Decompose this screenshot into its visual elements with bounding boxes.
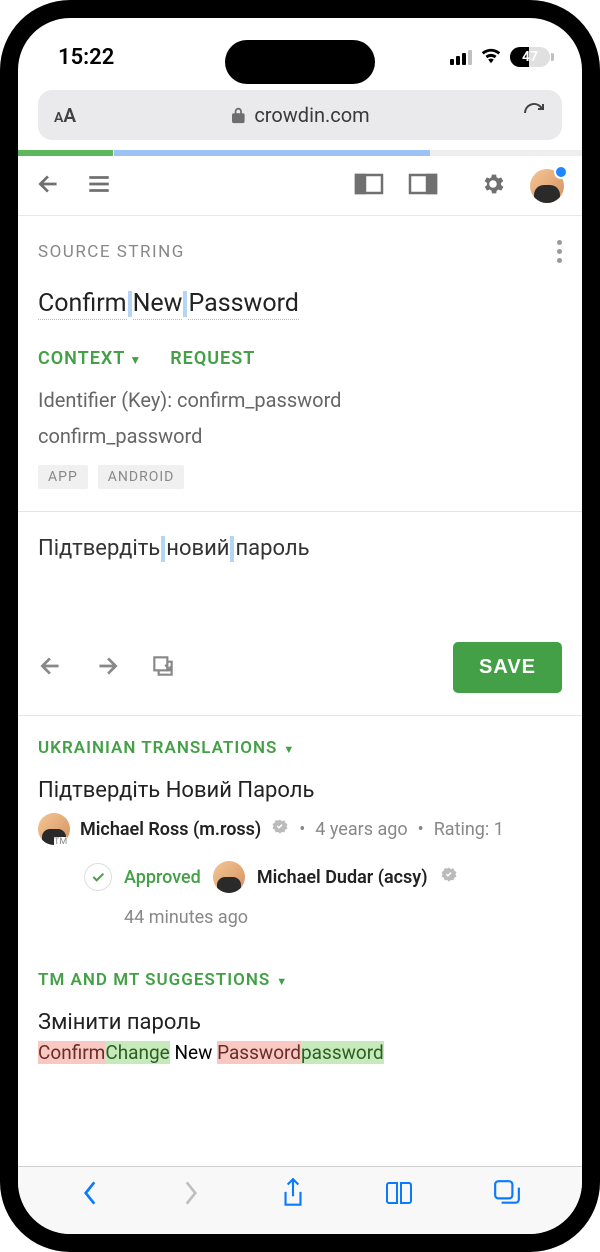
more-options-button[interactable] <box>557 240 562 263</box>
identifier-key: Identifier (Key): confirm_password <box>18 379 582 421</box>
request-button[interactable]: REQUEST <box>170 348 255 369</box>
back-button[interactable] <box>36 171 62 201</box>
text-size-button[interactable]: AA <box>54 104 76 127</box>
author-name[interactable]: Michael Ross (m.ross) <box>80 819 261 840</box>
panel-left-button[interactable] <box>354 172 384 200</box>
notification-dot <box>554 165 568 179</box>
source-string-text: ConfirmNewPassword <box>18 275 582 324</box>
user-avatar[interactable] <box>530 169 564 203</box>
safari-toolbar <box>18 1166 582 1234</box>
refresh-button[interactable] <box>522 101 546 129</box>
tm-section-header[interactable]: TM AND MT SUGGESTIONS▼ <box>18 948 582 1004</box>
battery-icon: 47 <box>510 47 550 67</box>
source-string-header: SOURCE STRING <box>38 242 185 262</box>
translation-input[interactable]: Підтвердітьновийпароль <box>18 512 582 632</box>
copy-source-button[interactable] <box>150 653 176 683</box>
next-string-button[interactable] <box>94 653 120 683</box>
tm-badge: TM <box>54 837 67 847</box>
verified-icon <box>271 818 289 841</box>
url-text: crowdin.com <box>254 103 369 127</box>
tm-suggestion-text[interactable]: Змінити пароль <box>18 1004 582 1041</box>
context-dropdown[interactable]: CONTEXT▼ <box>38 348 142 369</box>
translations-section-header[interactable]: UKRAINIAN TRANSLATIONS▼ <box>18 716 582 772</box>
cellular-signal-icon <box>450 49 472 65</box>
safari-forward-button[interactable] <box>180 1178 202 1212</box>
tag-app: APP <box>38 465 88 489</box>
identifier-value: confirm_password <box>18 421 582 457</box>
browser-url-bar[interactable]: AA crowdin.com <box>38 90 562 140</box>
approver-avatar[interactable] <box>213 861 245 893</box>
safari-tabs-button[interactable] <box>493 1179 521 1211</box>
menu-button[interactable] <box>86 171 112 201</box>
status-time: 15:22 <box>58 45 114 70</box>
lock-icon <box>230 106 246 124</box>
translation-age: 4 years ago <box>315 819 407 840</box>
wifi-icon <box>480 45 502 70</box>
save-button[interactable]: SAVE <box>453 642 562 693</box>
approved-time: 44 minutes ago <box>18 899 582 948</box>
settings-button[interactable] <box>480 171 506 201</box>
tm-diff: ConfirmChange New Passwordpassword <box>18 1041 582 1070</box>
approver-name[interactable]: Michael Dudar (acsy) <box>257 867 428 888</box>
verified-icon <box>440 866 458 889</box>
translation-rating: Rating: 1 <box>434 819 504 840</box>
approved-label: Approved <box>124 867 201 888</box>
safari-share-button[interactable] <box>280 1177 306 1213</box>
safari-bookmarks-button[interactable] <box>384 1180 414 1210</box>
tag-android: ANDROID <box>98 465 185 489</box>
panel-right-button[interactable] <box>408 172 438 200</box>
prev-string-button[interactable] <box>38 653 64 683</box>
translation-suggestion-text[interactable]: Підтвердіть Новий Пароль <box>38 778 562 803</box>
phone-notch <box>225 40 375 84</box>
safari-back-button[interactable] <box>79 1178 101 1212</box>
approved-check-icon <box>84 863 112 891</box>
app-toolbar <box>18 156 582 216</box>
